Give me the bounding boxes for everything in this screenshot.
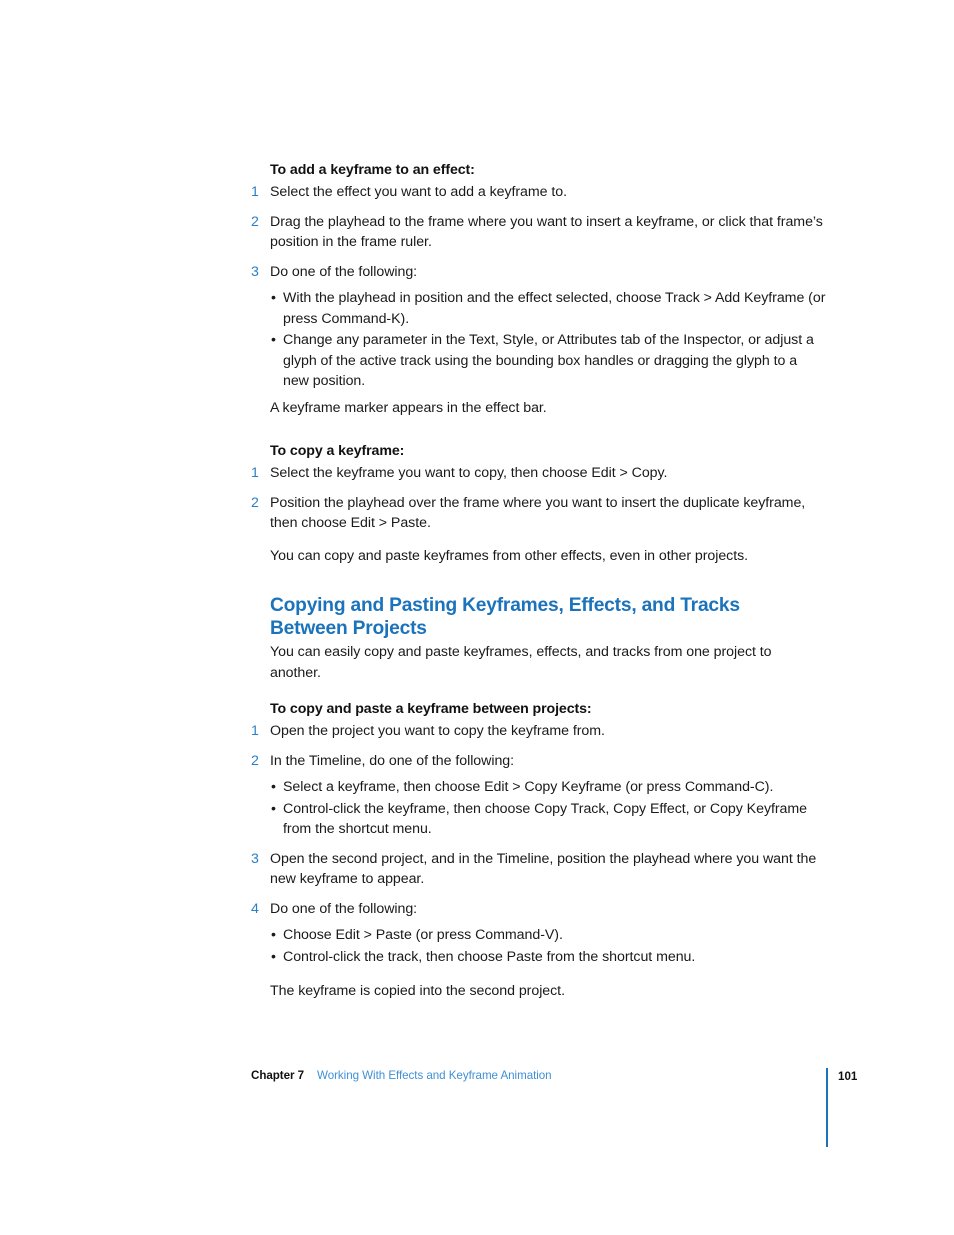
step-number: 2 xyxy=(251,752,259,769)
document-page: To add a keyframe to an effect: 1 Select… xyxy=(0,0,954,1235)
bullet-list-step-2: • Select a keyframe, then choose Edit > … xyxy=(270,777,826,840)
bullet-dot-icon: • xyxy=(271,332,276,348)
step-item: 1 Select the keyframe you want to copy, … xyxy=(251,463,826,484)
step-number: 2 xyxy=(251,494,259,511)
step-item: 3 Do one of the following: • With the pl… xyxy=(251,262,826,392)
bullet-text: Control-click the track, then choose Pas… xyxy=(283,948,696,965)
closing-paragraph-add-keyframe: A keyframe marker appears in the effect … xyxy=(270,399,547,416)
bullet-text: With the playhead in position and the ef… xyxy=(283,290,826,327)
step-item: 4 Do one of the following: • Choose Edit… xyxy=(251,899,826,968)
step-text: Open the second project, and in the Time… xyxy=(270,850,817,888)
bullet-dot-icon: • xyxy=(271,948,276,965)
section-between-projects: Copying and Pasting Keyframes, Effects, … xyxy=(251,594,826,1002)
section-copy-keyframe: To copy a keyframe: 1 Select the keyfram… xyxy=(251,441,826,566)
step-text: Select the keyframe you want to copy, th… xyxy=(270,465,668,481)
bullet-item: • Choose Edit > Paste (or press Command-… xyxy=(270,925,826,946)
step-text: Position the playhead over the frame whe… xyxy=(270,494,806,532)
step-number: 1 xyxy=(251,465,259,481)
bullet-list-add-keyframe: • With the playhead in position and the … xyxy=(270,288,826,392)
step-number: 3 xyxy=(251,263,259,280)
step-list-add-keyframe: 1 Select the effect you want to add a ke… xyxy=(251,182,826,392)
bullet-item: • Control-click the keyframe, then choos… xyxy=(270,799,826,840)
bullet-dot-icon: • xyxy=(271,290,276,306)
bullet-dot-icon: • xyxy=(271,800,276,817)
footer-divider-rule xyxy=(826,1068,828,1147)
bullet-item: • Change any parameter in the Text, Styl… xyxy=(270,330,826,392)
step-number: 4 xyxy=(251,900,259,917)
step-number: 1 xyxy=(251,723,259,739)
bullet-list-step-4: • Choose Edit > Paste (or press Command-… xyxy=(270,925,826,967)
page-content: To add a keyframe to an effect: 1 Select… xyxy=(251,160,826,1002)
step-list-copy-keyframe: 1 Select the keyframe you want to copy, … xyxy=(251,463,826,534)
step-text: Open the project you want to copy the ke… xyxy=(270,723,605,739)
step-text: Do one of the following: xyxy=(270,263,418,280)
step-item: 3 Open the second project, and in the Ti… xyxy=(251,849,826,890)
step-list-between-projects: 1 Open the project you want to copy the … xyxy=(251,721,826,967)
page-footer: Chapter 7 Working With Effects and Keyfra… xyxy=(251,1068,851,1092)
bullet-text: Choose Edit > Paste (or press Command-V)… xyxy=(283,927,563,943)
step-text: Drag the playhead to the frame where you… xyxy=(270,213,823,251)
section-heading-line-2: Between Projects xyxy=(270,618,427,639)
bullet-item: • With the playhead in position and the … xyxy=(270,288,826,329)
page-number: 101 xyxy=(838,1070,858,1083)
bullet-text: Control-click the keyframe, then choose … xyxy=(283,800,807,838)
step-number: 2 xyxy=(251,213,259,230)
section-heading-line-1: Copying and Pasting Keyframes, Effects, … xyxy=(270,595,740,616)
procedure-heading-copy-keyframe: To copy a keyframe: xyxy=(270,443,405,459)
step-text: Do one of the following: xyxy=(270,900,418,917)
step-item: 2 In the Timeline, do one of the followi… xyxy=(251,751,826,840)
procedure-heading-add-keyframe: To add a keyframe to an effect: xyxy=(270,162,475,178)
step-text: In the Timeline, do one of the following… xyxy=(270,752,515,769)
bullet-text: Change any parameter in the Text, Style,… xyxy=(283,332,814,389)
intro-paragraph-between-projects: You can easily copy and paste keyframes,… xyxy=(270,644,772,681)
step-item: 1 Open the project you want to copy the … xyxy=(251,721,826,742)
step-item: 2 Position the playhead over the frame w… xyxy=(251,493,826,534)
step-number: 1 xyxy=(251,184,259,200)
footer-chapter-label: Chapter 7 xyxy=(251,1069,305,1082)
section-heading-between-projects: Copying and Pasting Keyframes, Effects, … xyxy=(270,594,826,640)
closing-paragraph-between-projects: The keyframe is copied into the second p… xyxy=(270,983,565,999)
bullet-dot-icon: • xyxy=(271,927,276,943)
closing-paragraph-copy-keyframe: You can copy and paste keyframes from ot… xyxy=(270,547,749,564)
step-text: Select the effect you want to add a keyf… xyxy=(270,184,568,200)
bullet-item: • Control-click the track, then choose P… xyxy=(270,947,826,968)
footer-chapter-title[interactable]: Working With Effects and Keyframe Animat… xyxy=(317,1069,552,1082)
step-item: 1 Select the effect you want to add a ke… xyxy=(251,182,826,203)
bullet-dot-icon: • xyxy=(271,779,276,795)
section-add-keyframe: To add a keyframe to an effect: 1 Select… xyxy=(251,160,826,418)
procedure-heading-between-projects: To copy and paste a keyframe between pro… xyxy=(270,701,592,717)
bullet-text: Select a keyframe, then choose Edit > Co… xyxy=(283,779,774,795)
step-number: 3 xyxy=(251,850,259,867)
bullet-item: • Select a keyframe, then choose Edit > … xyxy=(270,777,826,798)
step-item: 2 Drag the playhead to the frame where y… xyxy=(251,212,826,253)
